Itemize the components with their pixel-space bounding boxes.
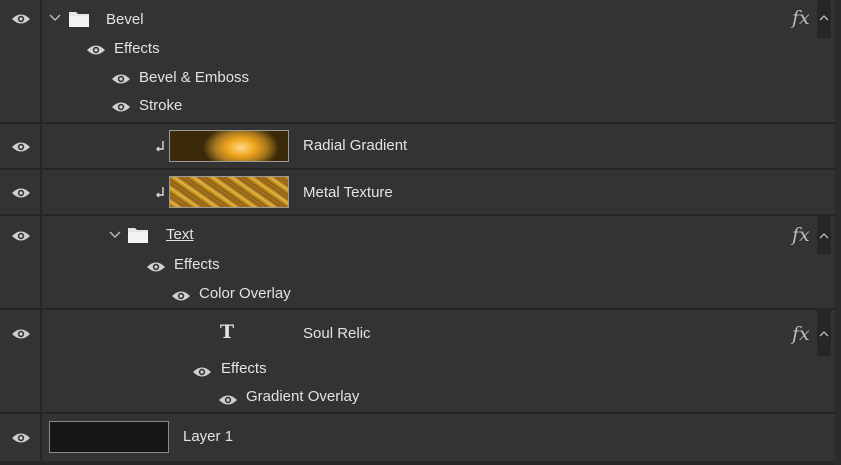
visibility-column bbox=[0, 414, 42, 461]
layer-thumbnail[interactable] bbox=[169, 130, 289, 162]
layer-row-text-group[interactable]: Text Effects Color Overlay fx bbox=[0, 216, 835, 308]
fx-icon[interactable]: fx bbox=[792, 323, 810, 345]
scrollbar-track[interactable] bbox=[835, 0, 841, 465]
effects-label[interactable]: Effects bbox=[221, 360, 267, 378]
layer-name[interactable]: Layer 1 bbox=[183, 428, 233, 446]
visibility-column bbox=[0, 0, 42, 122]
fx-icon[interactable]: fx bbox=[792, 7, 810, 29]
chevron-up-icon[interactable] bbox=[819, 330, 829, 338]
eye-icon[interactable] bbox=[111, 72, 131, 86]
eye-icon[interactable] bbox=[218, 393, 238, 407]
effects-label[interactable]: Effects bbox=[114, 40, 160, 58]
effect-item[interactable]: Stroke bbox=[139, 97, 182, 115]
eye-icon[interactable] bbox=[11, 229, 31, 243]
layer-thumbnail[interactable] bbox=[169, 176, 289, 208]
fx-icon[interactable]: fx bbox=[792, 224, 810, 246]
layers-panel: Bevel Effects Bevel & Emboss Stroke fx R… bbox=[0, 0, 841, 465]
chevron-down-icon[interactable] bbox=[49, 13, 61, 23]
chevron-up-icon[interactable] bbox=[819, 232, 829, 240]
layer-row-bevel[interactable]: Bevel Effects Bevel & Emboss Stroke fx bbox=[0, 0, 835, 122]
clipping-arrow-icon bbox=[156, 187, 164, 198]
visibility-column bbox=[0, 216, 42, 308]
effects-label[interactable]: Effects bbox=[174, 256, 220, 274]
visibility-column bbox=[0, 170, 42, 214]
layer-name[interactable]: Radial Gradient bbox=[303, 137, 407, 155]
eye-icon[interactable] bbox=[11, 140, 31, 154]
layer-row-metal-texture[interactable]: Metal Texture bbox=[0, 170, 835, 214]
layer-name[interactable]: Soul Relic bbox=[303, 325, 371, 343]
effect-item[interactable]: Gradient Overlay bbox=[246, 388, 359, 406]
eye-icon[interactable] bbox=[192, 365, 212, 379]
layer-row-soul-relic[interactable]: T Soul Relic Effects Gradient Overlay fx bbox=[0, 310, 835, 412]
eye-icon[interactable] bbox=[86, 43, 106, 57]
eye-icon[interactable] bbox=[111, 100, 131, 114]
eye-icon[interactable] bbox=[11, 431, 31, 445]
folder-icon bbox=[69, 12, 89, 27]
eye-icon[interactable] bbox=[11, 327, 31, 341]
layer-name[interactable]: Metal Texture bbox=[303, 184, 393, 202]
layer-row-layer-1[interactable]: Layer 1 bbox=[0, 414, 835, 461]
layer-name[interactable]: Bevel bbox=[106, 11, 144, 29]
eye-icon[interactable] bbox=[146, 260, 166, 274]
clipping-arrow-icon bbox=[156, 141, 164, 152]
type-layer-icon: T bbox=[220, 321, 235, 343]
chevron-up-icon[interactable] bbox=[819, 14, 829, 22]
eye-icon[interactable] bbox=[171, 289, 191, 303]
chevron-down-icon[interactable] bbox=[109, 230, 121, 240]
eye-icon[interactable] bbox=[11, 186, 31, 200]
folder-icon bbox=[128, 228, 148, 243]
effect-item[interactable]: Bevel & Emboss bbox=[139, 69, 249, 87]
effect-item[interactable]: Color Overlay bbox=[199, 285, 291, 303]
layer-name[interactable]: Text bbox=[166, 226, 198, 244]
layer-thumbnail[interactable] bbox=[49, 421, 169, 453]
visibility-column bbox=[0, 124, 42, 168]
layer-row-radial-gradient[interactable]: Radial Gradient bbox=[0, 124, 835, 168]
eye-icon[interactable] bbox=[11, 12, 31, 26]
visibility-column bbox=[0, 310, 42, 412]
